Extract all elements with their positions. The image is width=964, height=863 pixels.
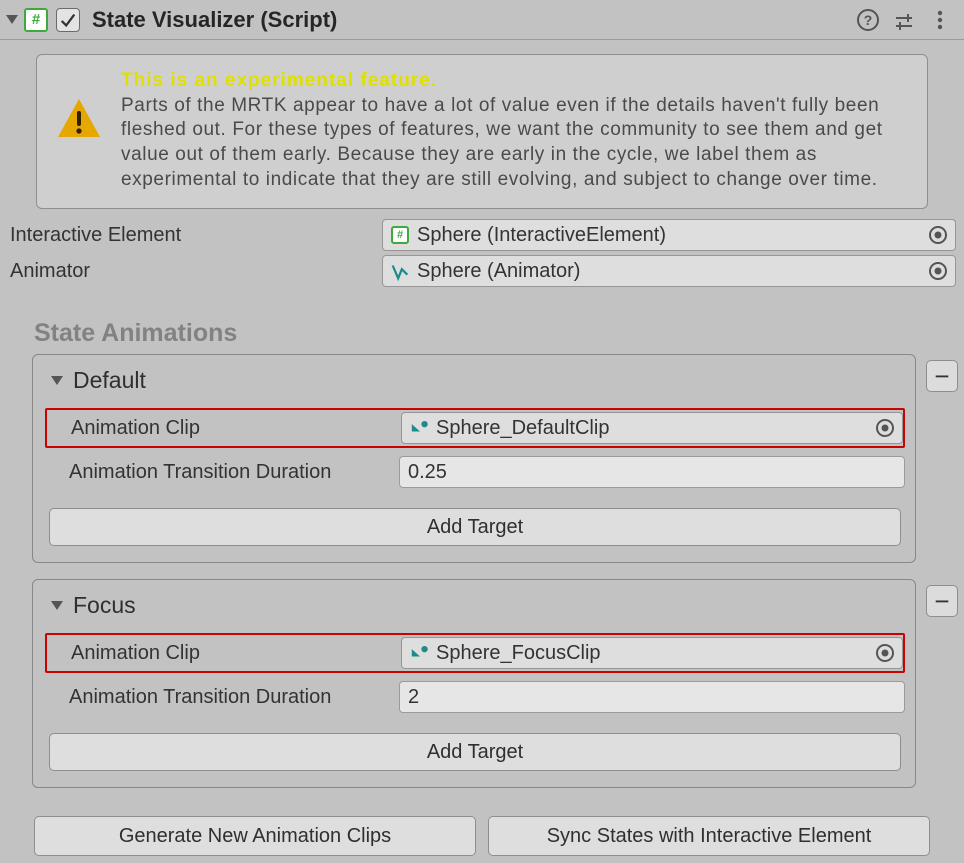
component-foldout-icon[interactable] bbox=[6, 15, 18, 24]
experimental-warning-box: This is an experimental feature. Parts o… bbox=[36, 54, 928, 209]
state-band-focus: Focus Animation Clip Sphere_FocusClip An… bbox=[0, 579, 964, 788]
animation-clip-value-default: Sphere_DefaultClip bbox=[430, 417, 876, 440]
state-name-default: Default bbox=[73, 367, 146, 394]
state-name-focus: Focus bbox=[73, 592, 136, 619]
animator-row: Animator Sphere (Animator) bbox=[0, 253, 964, 289]
animator-icon bbox=[389, 260, 411, 282]
remove-state-button[interactable]: − bbox=[926, 585, 958, 617]
experimental-warning-body: Parts of the MRTK appear to have a lot o… bbox=[121, 95, 883, 190]
transition-duration-value-focus: 2 bbox=[408, 686, 419, 709]
animation-clip-field-default[interactable]: Sphere_DefaultClip bbox=[401, 412, 903, 444]
generate-animation-clips-button[interactable]: Generate New Animation Clips bbox=[34, 816, 476, 856]
animator-label: Animator bbox=[8, 260, 382, 283]
interactive-element-value: Sphere (InteractiveElement) bbox=[417, 224, 929, 247]
animator-value: Sphere (Animator) bbox=[417, 260, 929, 283]
object-picker-icon[interactable] bbox=[876, 419, 894, 437]
highlight-box: Animation Clip Sphere_FocusClip bbox=[45, 633, 905, 673]
transition-duration-value-default: 0.25 bbox=[408, 461, 447, 484]
interactive-element-label: Interactive Element bbox=[8, 224, 382, 247]
add-target-button[interactable]: Add Target bbox=[49, 508, 901, 546]
remove-state-button[interactable]: − bbox=[926, 360, 958, 392]
object-picker-icon[interactable] bbox=[929, 226, 947, 244]
state-box-focus: Focus Animation Clip Sphere_FocusClip An… bbox=[32, 579, 916, 788]
state-band-default: Default Animation Clip Sphere_DefaultCli… bbox=[0, 354, 964, 563]
transition-duration-field-focus[interactable]: 2 bbox=[399, 681, 905, 713]
component-enable-checkbox[interactable] bbox=[56, 8, 80, 32]
animation-clip-field-focus[interactable]: Sphere_FocusClip bbox=[401, 637, 903, 669]
interactive-element-row: Interactive Element # Sphere (Interactiv… bbox=[0, 217, 964, 253]
kebab-menu-icon[interactable] bbox=[928, 8, 952, 32]
transition-duration-label: Animation Transition Duration bbox=[69, 686, 399, 709]
component-header: # State Visualizer (Script) ? bbox=[0, 0, 964, 40]
animation-clip-value-focus: Sphere_FocusClip bbox=[430, 642, 876, 665]
state-foldout-icon[interactable] bbox=[51, 601, 63, 610]
highlight-box: Animation Clip Sphere_DefaultClip bbox=[45, 408, 905, 448]
svg-text:?: ? bbox=[864, 12, 873, 28]
component-title: State Visualizer (Script) bbox=[92, 7, 850, 33]
interactive-element-field[interactable]: # Sphere (InteractiveElement) bbox=[382, 219, 956, 251]
state-animations-title: State Animations bbox=[0, 319, 964, 354]
animation-clip-label: Animation Clip bbox=[71, 417, 401, 440]
state-box-default: Default Animation Clip Sphere_DefaultCli… bbox=[32, 354, 916, 563]
warning-icon bbox=[55, 95, 103, 192]
sync-states-button[interactable]: Sync States with Interactive Element bbox=[488, 816, 930, 856]
animation-clip-label: Animation Clip bbox=[71, 642, 401, 665]
clip-icon bbox=[410, 642, 430, 665]
animator-field[interactable]: Sphere (Animator) bbox=[382, 255, 956, 287]
experimental-warning-text: This is an experimental feature. Parts o… bbox=[121, 69, 911, 192]
clip-icon bbox=[410, 417, 430, 440]
transition-duration-label: Animation Transition Duration bbox=[69, 461, 399, 484]
object-picker-icon[interactable] bbox=[876, 644, 894, 662]
object-picker-icon[interactable] bbox=[929, 262, 947, 280]
script-icon: # bbox=[24, 8, 48, 32]
state-foldout-icon[interactable] bbox=[51, 376, 63, 385]
experimental-warning-title: This is an experimental feature. bbox=[121, 70, 437, 91]
transition-duration-field-default[interactable]: 0.25 bbox=[399, 456, 905, 488]
preset-icon[interactable] bbox=[892, 8, 916, 32]
add-target-button[interactable]: Add Target bbox=[49, 733, 901, 771]
script-icon: # bbox=[389, 224, 411, 246]
help-icon[interactable]: ? bbox=[856, 8, 880, 32]
